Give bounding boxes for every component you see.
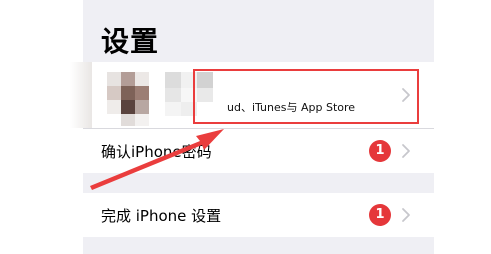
blur-fade (70, 62, 92, 128)
confirm-iphone-password-row[interactable]: 确认iPhone密码 1 (83, 129, 434, 173)
notification-badge: 1 (369, 140, 391, 162)
row-label: 完成 iPhone 设置 (101, 207, 222, 225)
avatar (107, 72, 149, 126)
finish-iphone-setup-row[interactable]: 完成 iPhone 设置 1 (83, 193, 434, 237)
row-label: 确认iPhone密码 (101, 143, 212, 161)
page-title: 设置 (101, 25, 160, 58)
chevron-right-icon (402, 208, 410, 222)
annotation-highlight-box (193, 69, 419, 124)
notification-badge: 1 (369, 204, 391, 226)
settings-screen: 设置 ud、iTunes与 App Store 确认iPhone密码 1 完成 … (83, 0, 434, 254)
chevron-right-icon (402, 144, 410, 158)
